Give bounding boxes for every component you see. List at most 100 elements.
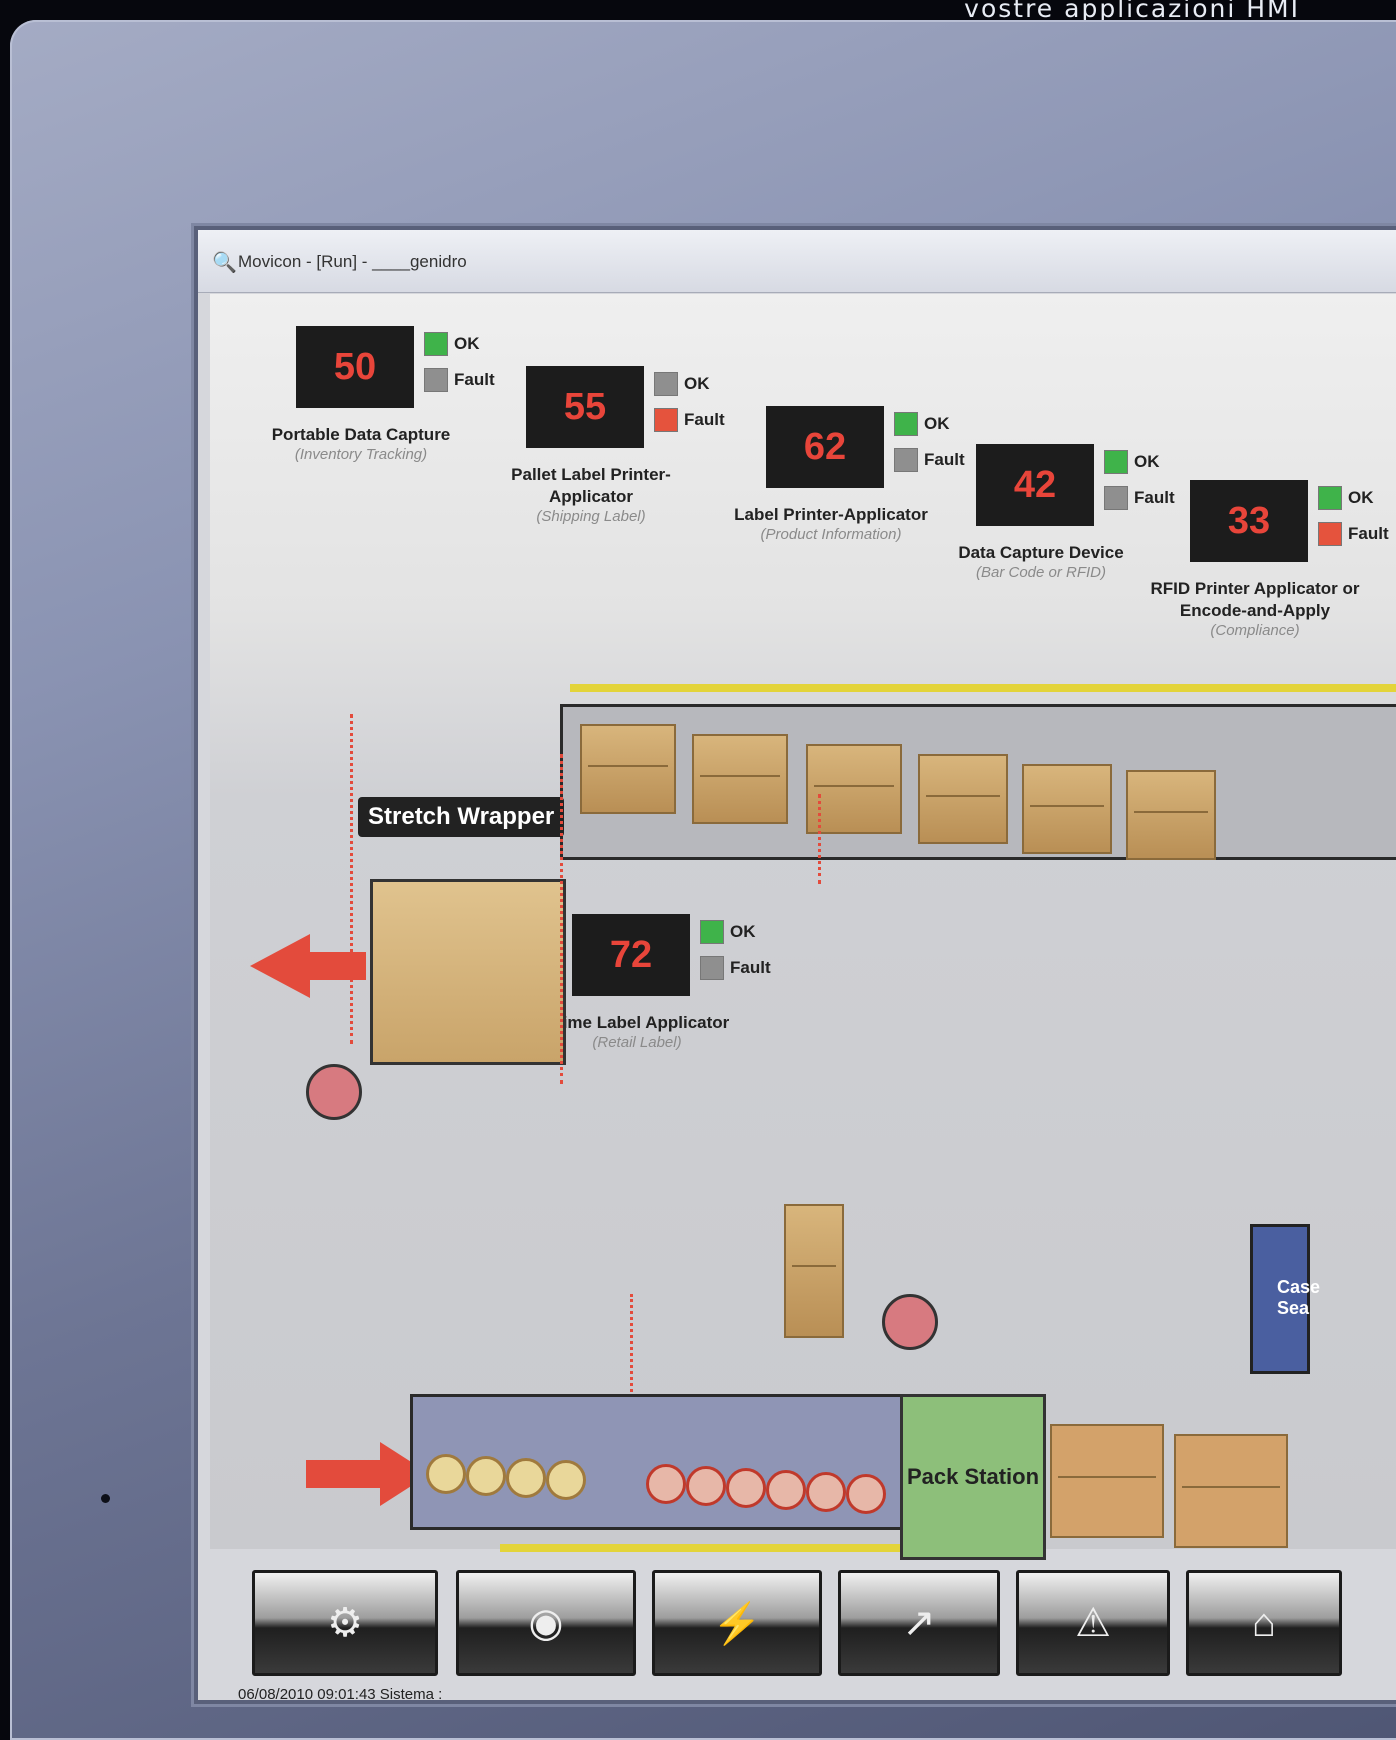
safety-line — [570, 684, 1396, 692]
device-title: Label Printer-Applicator — [734, 505, 928, 524]
device-subtitle: (Product Information) — [760, 526, 902, 543]
carton — [918, 754, 1008, 844]
operator-figure — [882, 1294, 938, 1350]
fault-indicator — [700, 956, 724, 980]
ok-indicator — [1104, 450, 1128, 474]
fault-indicator — [1318, 522, 1342, 546]
bottle-labelled — [726, 1468, 766, 1508]
device-subtitle: (Bar Code or RFID) — [975, 564, 1107, 581]
safety-line — [500, 1544, 900, 1552]
device-name: Portable Data Capture (Inventory Tracking… — [256, 424, 466, 463]
pallet — [370, 879, 566, 1065]
fault-indicator — [654, 408, 678, 432]
ok-label: OK — [684, 374, 710, 393]
fault-indicator — [424, 368, 448, 392]
ok-label: OK — [1348, 488, 1374, 507]
window-titlebar[interactable]: 🔍 Movicon - [Run] - ____genidro — [198, 230, 1396, 293]
counter-display: 33 — [1190, 480, 1308, 562]
bottle — [466, 1456, 506, 1496]
ok-label: OK — [730, 922, 756, 941]
input-arrow-tail — [306, 1460, 384, 1488]
ok-label: OK — [924, 414, 950, 433]
fault-label: Fault — [730, 958, 771, 977]
device-subtitle: (Inventory Tracking) — [294, 446, 428, 463]
device-title: Data Capture Device — [958, 543, 1124, 562]
device-name: Pallet Label Printer-Applicator (Shipping… — [486, 464, 696, 525]
hmi-screen: 🔍 Movicon - [Run] - ____genidro 50 OK Fa… — [198, 230, 1396, 1700]
ok-indicator — [654, 372, 678, 396]
device-name: Label Printer-Applicator (Product Informa… — [726, 504, 936, 543]
trends-button[interactable]: ↗ — [838, 1570, 1000, 1676]
alarms-button[interactable]: ⚠ — [1016, 1570, 1170, 1676]
status-text: 06/08/2010 09:01:43 Sistema : — [238, 1686, 443, 1700]
warning-icon: ⚠ — [1075, 1601, 1111, 1645]
device-title: Pallet Label Printer-Applicator — [511, 465, 671, 506]
gears-icon: ⚙ — [327, 1601, 363, 1645]
carton — [1126, 770, 1216, 860]
power-button[interactable]: ⚡ — [652, 1570, 822, 1676]
device-subtitle: (Compliance) — [1210, 622, 1300, 639]
ok-indicator — [424, 332, 448, 356]
fault-label: Fault — [924, 450, 965, 469]
bottle — [426, 1454, 466, 1494]
counter-display: 72 — [572, 914, 690, 996]
process-diagram: 50 OK Fault Portable Data Capture (Invent… — [210, 294, 1396, 1560]
ok-label: OK — [454, 334, 480, 353]
navigation-toolbar: ⚙ ◉ ⚡ ↗ ⚠ ⌂ — [238, 1570, 1396, 1680]
fault-indicator — [1104, 486, 1128, 510]
bottle-labelled — [686, 1466, 726, 1506]
settings-button[interactable]: ⚙ — [252, 1570, 438, 1676]
counter-display: 62 — [766, 406, 884, 488]
ok-indicator — [894, 412, 918, 436]
output-arrow-tail — [306, 952, 366, 980]
operator-figure — [306, 1064, 362, 1120]
case-with-bottles — [1174, 1434, 1288, 1548]
fault-label: Fault — [454, 370, 495, 389]
carton — [784, 1204, 844, 1338]
power-led — [101, 1494, 110, 1503]
window-title: Movicon - [Run] - ____genidro — [238, 252, 467, 271]
ok-indicator — [700, 920, 724, 944]
ok-label: OK — [1134, 452, 1160, 471]
fault-label: Fault — [1348, 524, 1389, 543]
counter-display: 50 — [296, 326, 414, 408]
case-with-bottles — [1050, 1424, 1164, 1538]
bottle-labelled — [646, 1464, 686, 1504]
output-arrow-icon — [250, 934, 310, 998]
trend-chart-icon: ↗ — [902, 1601, 936, 1645]
case-sealer-label: Case Sea — [1277, 1277, 1321, 1318]
device-title: Portable Data Capture — [271, 425, 451, 444]
pointer-line — [350, 714, 353, 1044]
carton — [1022, 764, 1112, 854]
home-icon: ⌂ — [1251, 1600, 1277, 1645]
status-bar: 06/08/2010 09:01:43 Sistema : — [198, 1680, 1396, 1700]
bottle-labelled — [766, 1470, 806, 1510]
fault-label: Fault — [684, 410, 725, 429]
counter-display: 55 — [526, 366, 644, 448]
case-sealer[interactable]: Case Sea — [1250, 1224, 1320, 1374]
machine-button[interactable]: ◉ — [456, 1570, 636, 1676]
stretch-wrapper-label: Stretch Wrapper — [358, 797, 565, 837]
bottle — [546, 1460, 586, 1500]
bottle — [506, 1458, 546, 1498]
device-name: Data Capture Device (Bar Code or RFID) — [936, 542, 1146, 581]
pointer-line — [818, 794, 821, 884]
device-name: RFID Printer Applicator or Encode-and-Ap… — [1150, 578, 1360, 639]
counter-display: 42 — [976, 444, 1094, 526]
fault-indicator — [894, 448, 918, 472]
pack-station-label: Pack Station — [906, 1464, 1040, 1489]
carton — [580, 724, 676, 814]
device-title: Prime Label Applicator — [544, 1013, 730, 1032]
device-subtitle: (Shipping Label) — [536, 508, 646, 525]
bottle-labelled — [846, 1474, 886, 1514]
ok-indicator — [1318, 486, 1342, 510]
carton — [692, 734, 788, 824]
bottle-labelled — [806, 1472, 846, 1512]
pack-station[interactable]: Pack Station — [900, 1394, 1046, 1560]
robot-icon: ◉ — [528, 1601, 564, 1645]
magnifier-icon: 🔍 — [212, 252, 237, 274]
fault-label: Fault — [1134, 488, 1175, 507]
pointer-line — [560, 754, 563, 1084]
home-button[interactable]: ⌂ — [1186, 1570, 1342, 1676]
device-title: RFID Printer Applicator or Encode-and-Ap… — [1150, 579, 1360, 620]
